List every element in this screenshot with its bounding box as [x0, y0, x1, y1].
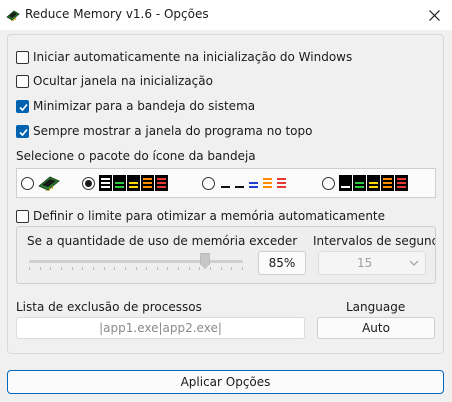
icon-pack-radio-colored-white[interactable]: [202, 176, 215, 190]
exclusion-label: Lista de exclusão de processos: [16, 300, 202, 314]
icon-pack-option-colored-white[interactable]: [202, 175, 288, 191]
slider-tick: [125, 267, 126, 270]
slider-tick: [72, 267, 73, 270]
slider-tick: [210, 267, 211, 270]
slider-tick: [29, 267, 30, 270]
chip-icon-pack: [38, 176, 60, 191]
window-title: Reduce Memory v1.6 - Opções: [25, 7, 209, 21]
icon-pack-selector: [16, 168, 436, 198]
colored-bars-white-pack: [219, 175, 288, 191]
autostart-checkbox-box[interactable]: [16, 50, 29, 64]
memory-chip-icon: [6, 9, 20, 24]
auto-limit-group: Se a quantidade de uso de memória excede…: [16, 226, 436, 284]
checkmark-icon: [19, 103, 28, 111]
colored-bars-black-alt-pack: [339, 175, 408, 191]
slider-tick: [61, 267, 62, 270]
slider-tick: [50, 267, 51, 270]
slider-tick: [114, 267, 115, 270]
always-on-top-label: Sempre mostrar a janela do programa no t…: [33, 124, 313, 138]
interval-label: Intervalos de segundo: [313, 234, 436, 248]
language-button[interactable]: Auto: [317, 317, 435, 339]
interval-value: 15: [357, 256, 373, 270]
icon-pack-option-colored-black-alt[interactable]: [322, 175, 408, 191]
minimize-to-tray-checkbox[interactable]: Minimizar para a bandeja do sistema: [16, 98, 255, 114]
threshold-label: Se a quantidade de uso de memória excede…: [27, 234, 298, 248]
exclusion-list-field[interactable]: |app1.exe|app2.exe|: [16, 317, 305, 339]
title-bar: Reduce Memory v1.6 - Opções: [0, 0, 452, 30]
slider-tick: [178, 267, 179, 270]
minimize-to-tray-label: Minimizar para a bandeja do sistema: [33, 99, 256, 113]
hide-on-start-checkbox[interactable]: Ocultar janela na inicialização: [16, 73, 213, 89]
slider-tick: [221, 267, 222, 270]
always-on-top-checkbox[interactable]: Sempre mostrar a janela do programa no t…: [16, 123, 312, 139]
auto-limit-checkbox-box[interactable]: [16, 209, 29, 223]
autostart-label: Iniciar automaticamente na inicialização…: [33, 50, 353, 64]
threshold-slider-track[interactable]: [29, 260, 243, 263]
apply-options-button[interactable]: Aplicar Opções: [7, 370, 444, 394]
slider-tick: [82, 267, 83, 270]
auto-limit-label: Definir o limite para otimizar a memória…: [33, 209, 386, 223]
icon-pack-option-chip[interactable]: [21, 175, 60, 191]
slider-tick: [231, 267, 232, 270]
slider-tick: [167, 267, 168, 270]
icon-pack-option-colored-black[interactable]: [82, 175, 168, 191]
slider-tick: [146, 267, 147, 270]
slider-tick: [157, 267, 158, 270]
threshold-value-button[interactable]: 85%: [258, 251, 306, 275]
colored-bars-black-pack: [99, 175, 168, 191]
interval-select[interactable]: 15: [318, 251, 426, 275]
language-label: Language: [346, 300, 406, 314]
checkmark-icon: [19, 128, 28, 136]
slider-tick: [199, 267, 200, 270]
icon-pack-radio-chip[interactable]: [21, 176, 34, 190]
slider-tick: [104, 267, 105, 270]
slider-tick: [40, 267, 41, 270]
threshold-slider-ticks: [29, 267, 243, 271]
slider-tick: [189, 267, 190, 270]
auto-limit-checkbox[interactable]: Definir o limite para otimizar a memória…: [16, 208, 385, 224]
slider-tick: [242, 267, 243, 270]
icon-pack-label: Selecione o pacote do ícone da bandeja: [16, 149, 256, 163]
autostart-checkbox[interactable]: Iniciar automaticamente na inicialização…: [16, 49, 352, 65]
close-icon: [428, 9, 440, 21]
slider-tick: [93, 267, 94, 270]
chevron-down-icon: [409, 260, 419, 266]
slider-tick: [136, 267, 137, 270]
icon-pack-radio-colored-black-alt[interactable]: [322, 176, 335, 190]
always-on-top-checkbox-box[interactable]: [16, 124, 29, 138]
hide-on-start-label: Ocultar janela na inicialização: [33, 74, 213, 88]
icon-pack-radio-colored-black[interactable]: [82, 176, 95, 190]
minimize-to-tray-checkbox-box[interactable]: [16, 99, 29, 113]
hide-on-start-checkbox-box[interactable]: [16, 74, 29, 88]
close-button[interactable]: [416, 0, 452, 30]
